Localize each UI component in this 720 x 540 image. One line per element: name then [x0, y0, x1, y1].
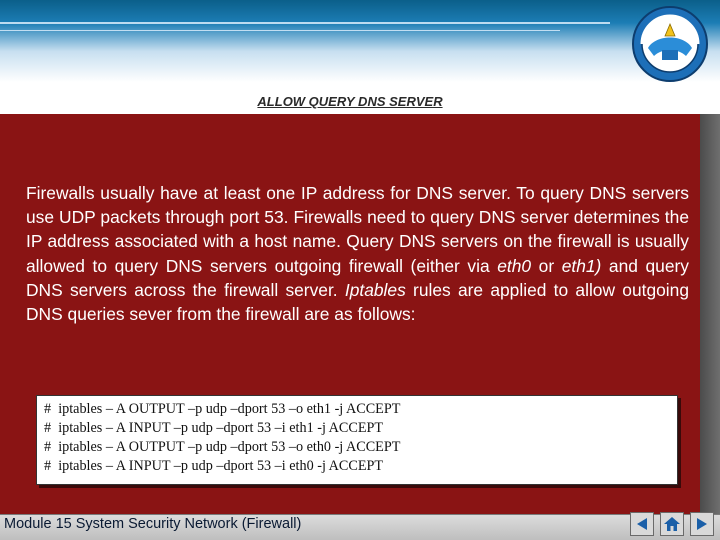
slide: ALLOW QUERY DNS SERVER Firewalls usually… — [0, 0, 720, 540]
next-button[interactable] — [690, 512, 714, 536]
para-iptables: Iptables — [344, 279, 406, 300]
para-eth0: eth0 — [497, 255, 532, 276]
home-icon — [664, 517, 680, 531]
header-stripe — [0, 22, 610, 24]
previous-button[interactable] — [630, 512, 654, 536]
code-line: # iptables – A INPUT –p udp –dport 53 –i… — [44, 420, 384, 436]
logo-emblem — [632, 6, 708, 82]
code-line: # iptables – A INPUT –p udp –dport 53 –i… — [44, 458, 384, 474]
slide-title: ALLOW QUERY DNS SERVER — [257, 94, 443, 109]
panel-side-shade — [700, 114, 720, 540]
code-line: # iptables – A OUTPUT –p udp –dport 53 –… — [44, 401, 401, 417]
code-line: # iptables – A OUTPUT –p udp –dport 53 –… — [44, 439, 401, 455]
header-stripe-thin — [0, 30, 560, 31]
previous-arrow-icon — [637, 518, 647, 530]
para-or: or — [531, 255, 562, 276]
next-arrow-icon — [697, 518, 707, 530]
footer-module-title: Module 15 System Security Network (Firew… — [4, 516, 302, 532]
para-eth1: eth1) — [561, 255, 602, 276]
home-button[interactable] — [660, 512, 684, 536]
body-paragraph: Firewalls usually have at least one IP a… — [26, 181, 689, 326]
